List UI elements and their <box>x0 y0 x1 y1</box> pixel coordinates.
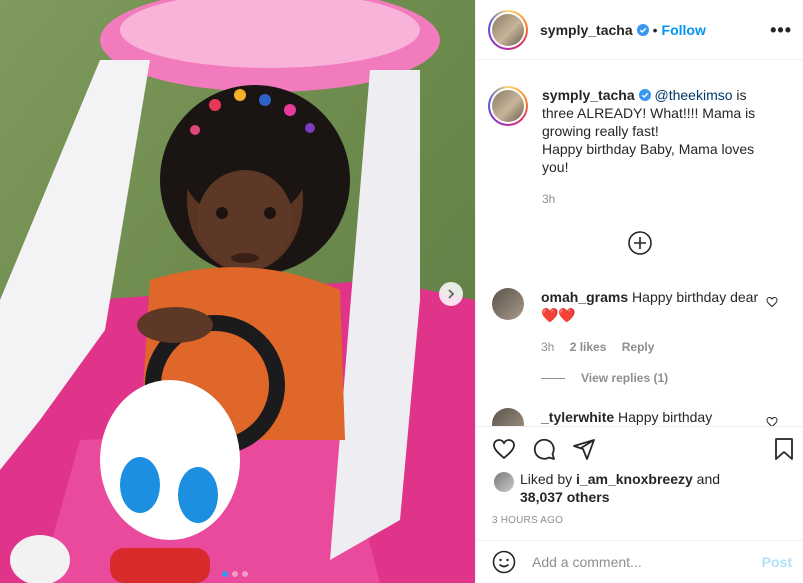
liker-avatar[interactable] <box>494 472 514 492</box>
caption-avatar[interactable] <box>488 86 528 126</box>
comment-text: Happy birthday <box>614 409 713 425</box>
post-timestamp[interactable]: 3 HOURS AGO <box>492 515 563 526</box>
likes-prefix: Liked by <box>520 471 577 487</box>
comment-username[interactable]: _tylerwhite <box>541 409 614 425</box>
commenter-avatar[interactable] <box>492 288 524 320</box>
more-options-icon[interactable]: ••• <box>770 20 792 41</box>
verified-badge-icon <box>636 23 649 36</box>
header-separator: • <box>652 21 658 38</box>
caption-time[interactable]: 3h <box>542 190 782 208</box>
plus-circle-icon[interactable] <box>628 231 652 255</box>
heart-icon[interactable] <box>766 296 778 308</box>
post-photo[interactable] <box>0 0 475 583</box>
chevron-right-icon <box>448 289 455 299</box>
comment-time[interactable]: 3h <box>541 340 554 354</box>
post-image <box>0 0 475 583</box>
next-image-button[interactable] <box>439 282 463 306</box>
post-header: symply_tacha • Follow ••• <box>476 0 803 60</box>
author-username[interactable]: symply_tacha <box>540 22 633 38</box>
comment-icon[interactable] <box>532 437 556 461</box>
carousel-indicator <box>222 571 248 577</box>
comment-username[interactable]: omah_grams <box>541 289 628 305</box>
comment-composer: Post <box>476 540 803 583</box>
reply-button[interactable]: Reply <box>622 340 655 354</box>
bookmark-icon[interactable] <box>772 437 796 461</box>
comments-section[interactable]: symply_tacha @theekimso is three ALREADY… <box>476 60 803 426</box>
share-icon[interactable] <box>572 437 596 461</box>
comment-item: omah_grams Happy birthday dear❤️❤️ 3h 2 … <box>492 288 792 356</box>
likes-and: and <box>692 471 721 487</box>
post-caption: symply_tacha @theekimso is three ALREADY… <box>488 86 792 208</box>
likes-count-link[interactable]: 38,037 others <box>520 489 610 505</box>
post-panel: symply_tacha • Follow ••• symply_tacha @… <box>475 0 803 583</box>
commenter-avatar[interactable] <box>492 408 524 426</box>
caption-mention[interactable]: @theekimso <box>655 87 733 103</box>
carousel-dot <box>222 571 228 577</box>
view-replies-link[interactable]: View replies (1) <box>541 371 668 385</box>
comment-input[interactable] <box>532 554 752 570</box>
likes-summary: Liked by i_am_knoxbreezy and 38,037 othe… <box>494 470 794 506</box>
action-bar <box>476 426 803 476</box>
emoji-icon[interactable] <box>492 550 516 574</box>
heart-icon[interactable] <box>766 416 778 426</box>
carousel-dot <box>242 571 248 577</box>
heart-icon[interactable] <box>492 437 516 461</box>
caption-text-2: Happy birthday Baby, Mama loves you! <box>542 141 755 175</box>
post-comment-button[interactable]: Post <box>762 554 792 570</box>
caption-username[interactable]: symply_tacha <box>542 87 635 103</box>
carousel-dot <box>232 571 238 577</box>
follow-button[interactable]: Follow <box>662 22 706 38</box>
liker-username[interactable]: i_am_knoxbreezy <box>576 471 693 487</box>
comment-item: _tylerwhite Happy birthday <box>492 408 792 426</box>
verified-badge-icon <box>638 89 651 101</box>
comment-likes[interactable]: 2 likes <box>570 340 607 354</box>
author-avatar[interactable] <box>488 9 528 50</box>
view-replies-label: View replies (1) <box>581 371 669 385</box>
